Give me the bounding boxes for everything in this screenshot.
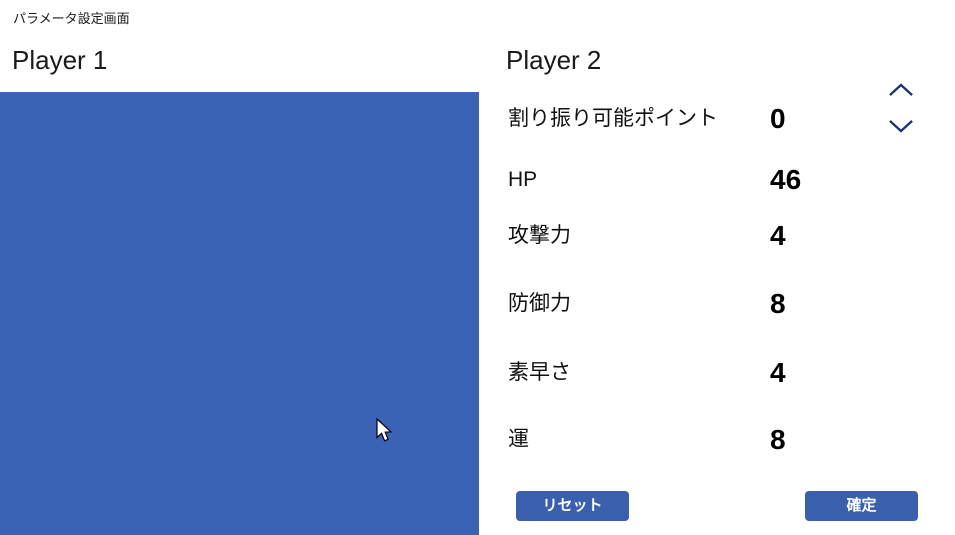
stat-label: HP bbox=[508, 168, 538, 191]
chevron-up-icon[interactable] bbox=[878, 80, 924, 100]
stat-value: 8 bbox=[770, 288, 786, 319]
stat-value: 4 bbox=[770, 220, 786, 251]
stat-row: HP 46 bbox=[506, 160, 955, 200]
stat-row: 運8 bbox=[506, 420, 955, 460]
window-title: パラメータ設定画面 bbox=[13, 11, 130, 26]
stat-label: 攻撃力 bbox=[508, 224, 571, 247]
stat-value: 46 bbox=[770, 164, 802, 195]
chevron-down-icon[interactable] bbox=[878, 116, 924, 136]
stat-label: 防御力 bbox=[508, 292, 571, 315]
confirm-button[interactable]: 確定 bbox=[805, 491, 918, 521]
stat-value: 0 bbox=[770, 103, 786, 134]
stat-row: 防御力 8 bbox=[506, 284, 955, 324]
stat-label: 素早さ bbox=[508, 361, 571, 384]
stat-value: 8 bbox=[770, 424, 786, 455]
reset-button[interactable]: リセット bbox=[516, 491, 629, 521]
stat-row: 素早さ 4 bbox=[506, 353, 955, 393]
player1-panel[interactable] bbox=[0, 92, 479, 535]
stat-stepper bbox=[878, 80, 924, 144]
stat-value: 4 bbox=[770, 357, 786, 388]
player2-stats-list: 割り振り可能ポイント 0 HP 46 攻撃力 4 防御力 8 素早さ 4 運 8 bbox=[506, 83, 955, 482]
stat-row: 攻撃力 4 bbox=[506, 216, 955, 256]
stat-label: 運 bbox=[508, 428, 529, 451]
stat-label: 割り振り可能ポイント bbox=[508, 107, 718, 130]
player1-heading: Player 1 bbox=[12, 45, 108, 75]
player2-heading: Player 2 bbox=[506, 45, 602, 75]
